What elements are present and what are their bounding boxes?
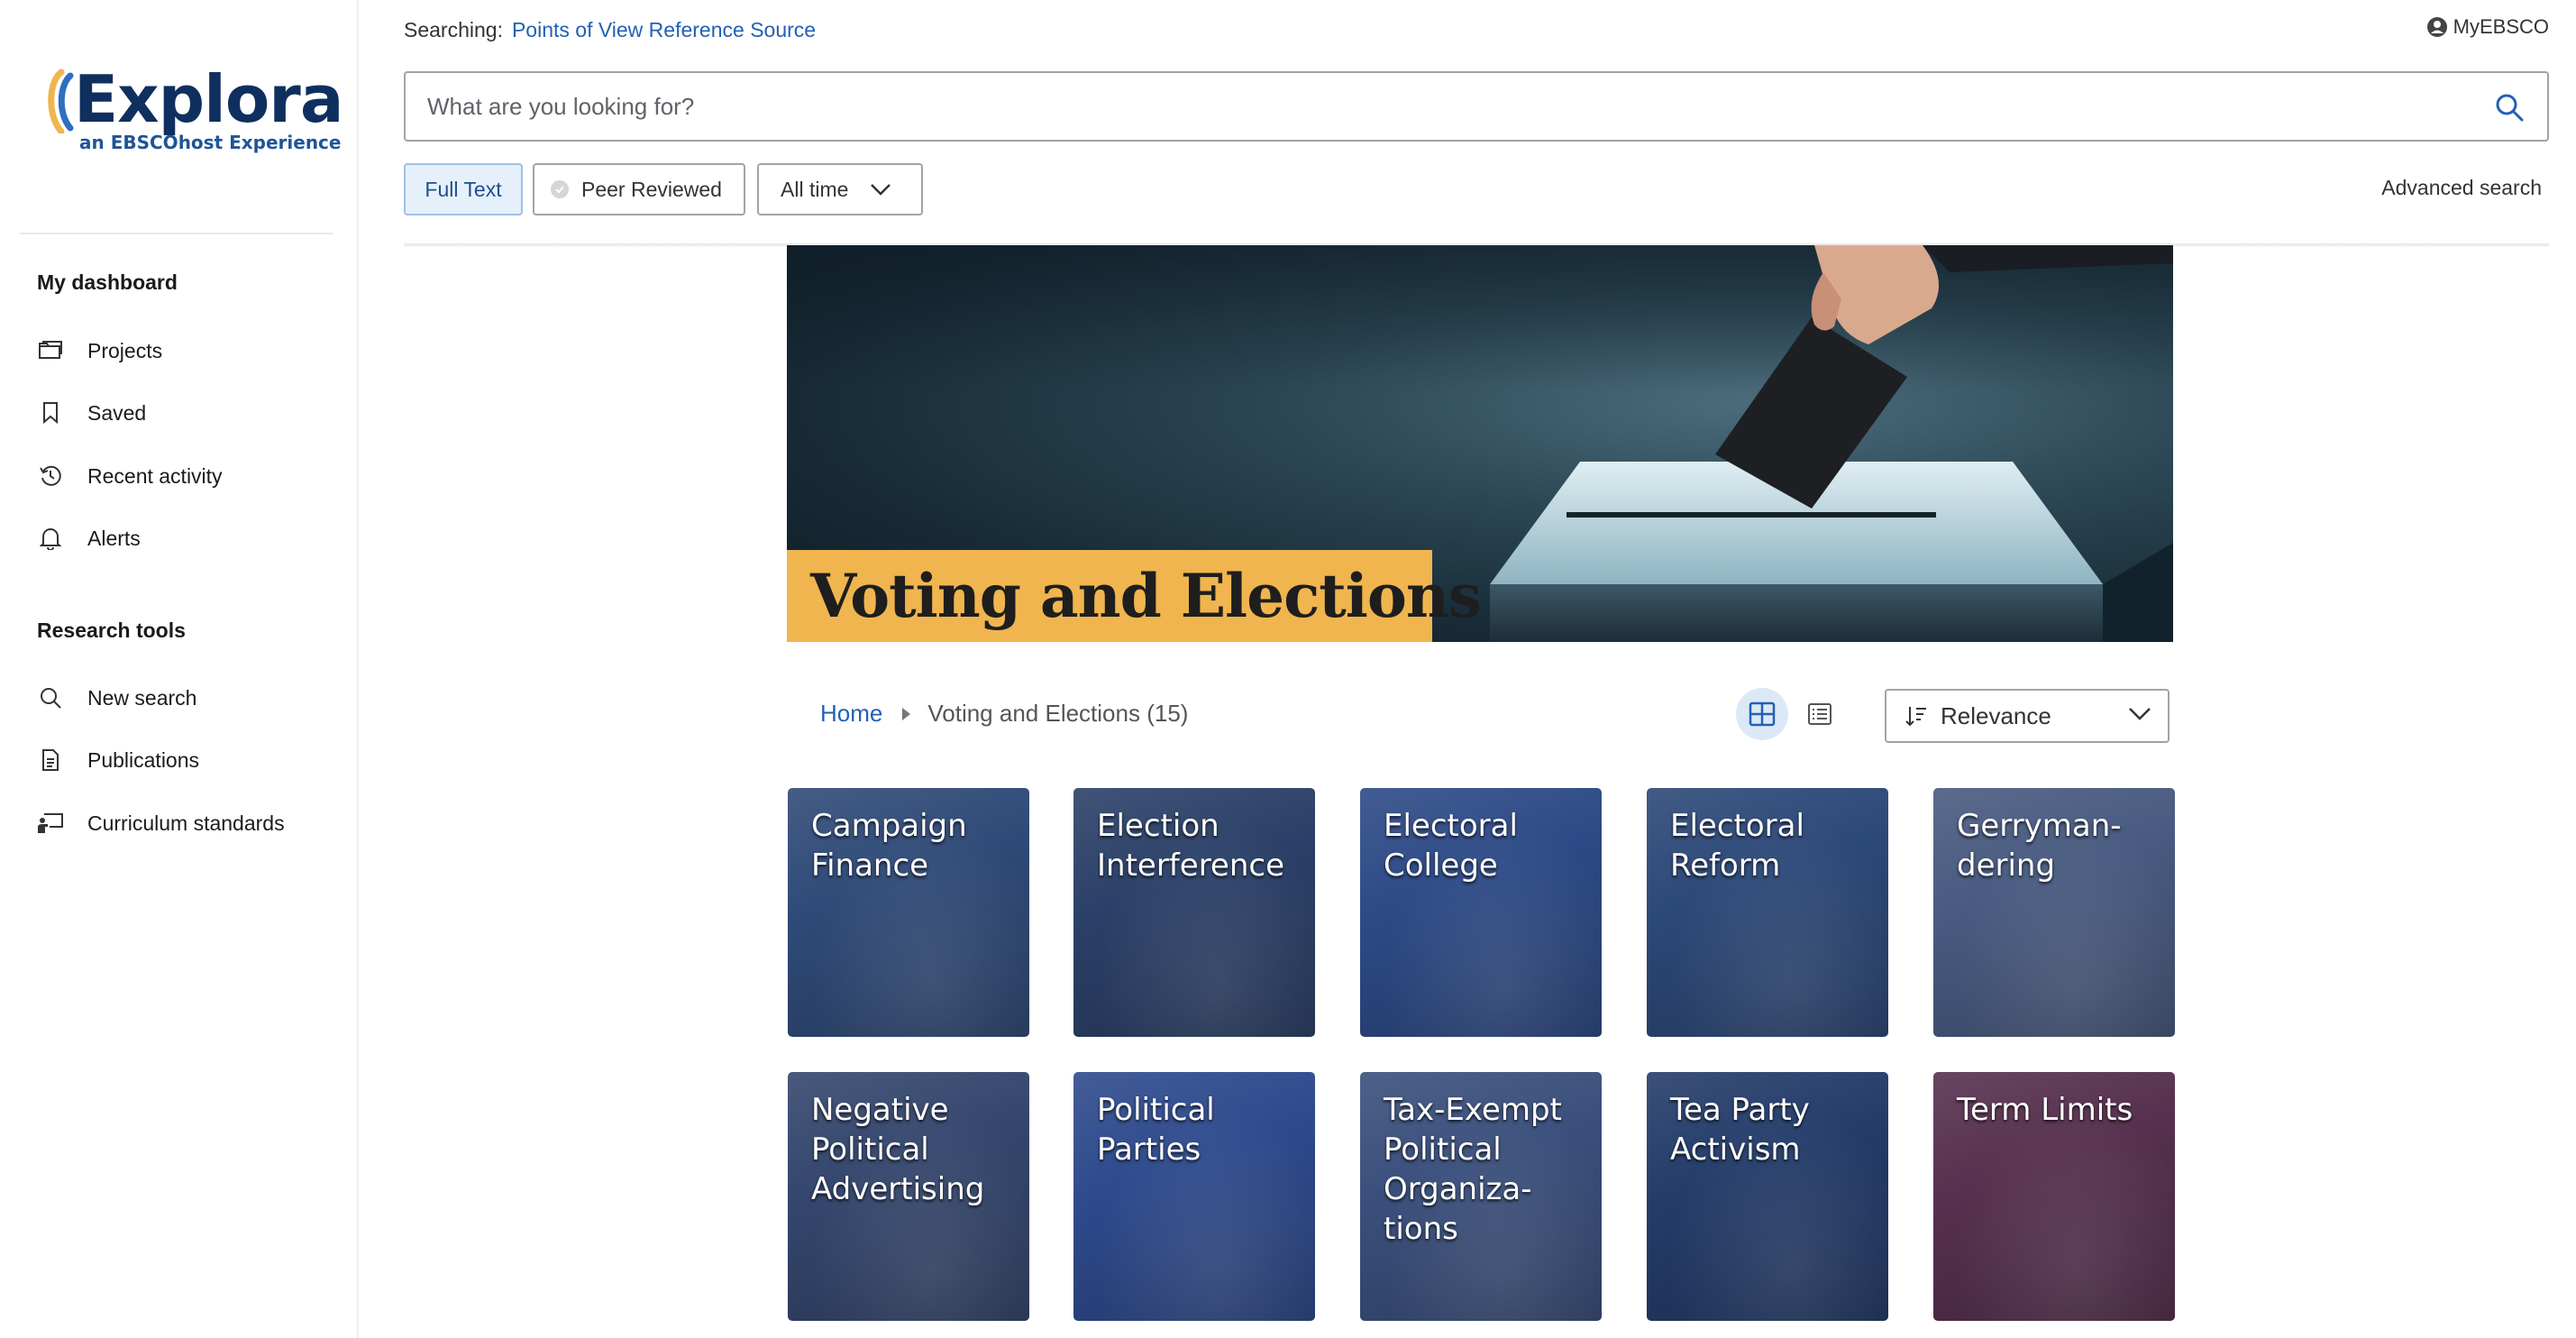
topic-tile-label: Political Parties	[1097, 1092, 1215, 1168]
bell-icon	[37, 526, 64, 551]
topic-tile-label: Tea Party Activism	[1670, 1092, 1810, 1168]
search-submit-button[interactable]	[2491, 89, 2527, 125]
peer-reviewed-label: Peer Reviewed	[581, 177, 722, 201]
chevron-down-icon	[2128, 707, 2151, 721]
breadcrumb-home-link[interactable]: Home	[820, 700, 882, 728]
explora-logo[interactable]: Explora an EBSCOhost Experience	[41, 63, 343, 162]
sidebar-item-alerts[interactable]: Alerts	[37, 520, 334, 556]
search-icon	[37, 685, 64, 710]
topic-tile[interactable]: Tax-Exempt Political Organiza-tions	[1360, 1072, 1602, 1321]
list-icon	[1808, 703, 1832, 725]
sidebar-item-label: Recent activity	[87, 463, 223, 488]
sidebar-item-projects[interactable]: Projects	[37, 333, 334, 369]
folder-icon	[37, 338, 64, 363]
sidebar-item-label: Publications	[87, 747, 200, 772]
sidebar: Explora an EBSCOhost Experience My dashb…	[0, 0, 359, 1338]
topic-hero-banner: Voting and Elections	[787, 245, 2173, 642]
sort-icon	[1905, 704, 1928, 728]
hero-title-box: Voting and Elections	[787, 550, 1482, 642]
peer-reviewed-filter[interactable]: Peer Reviewed	[533, 163, 745, 215]
sidebar-item-saved[interactable]: Saved	[37, 395, 334, 431]
topic-tile-label: Electoral College	[1384, 808, 1518, 884]
search-icon	[2496, 94, 2524, 122]
search-input[interactable]	[427, 73, 2410, 140]
logo-mark-icon	[48, 69, 74, 133]
topic-tile[interactable]: Gerryman-dering	[1933, 788, 2175, 1037]
presentation-icon	[37, 811, 64, 836]
research-tools-heading: Research tools	[37, 619, 186, 642]
sidebar-item-label: Projects	[87, 338, 163, 362]
topic-tile[interactable]: Negative Political Advertising	[788, 1072, 1029, 1321]
advanced-search-link[interactable]: Advanced search	[2381, 176, 2542, 200]
topic-tile[interactable]: Electoral Reform	[1647, 788, 1888, 1037]
myebsco-label: MyEBSCO	[2453, 15, 2549, 38]
document-icon	[37, 747, 64, 773]
topic-tile[interactable]: Election Interference	[1073, 788, 1315, 1037]
myebsco-account-link[interactable]: MyEBSCO	[2426, 15, 2549, 39]
topic-tile[interactable]: Electoral College	[1360, 788, 1602, 1037]
logo-tagline: an EBSCOhost Experience	[79, 132, 342, 153]
topic-tile-label: Negative Political Advertising	[811, 1092, 985, 1207]
date-range-dropdown[interactable]: All time	[757, 163, 923, 215]
topic-tile-label: Tax-Exempt Political Organiza-tions	[1384, 1092, 1562, 1247]
searching-indicator: Searching: Points of View Reference Sourc…	[404, 18, 816, 42]
topic-tile-label: Gerryman-dering	[1957, 808, 2122, 884]
breadcrumb: Home Voting and Elections (15)	[820, 700, 1188, 728]
user-circle-icon	[2426, 16, 2448, 38]
topic-tile[interactable]: Term Limits	[1933, 1072, 2175, 1321]
sidebar-item-label: Saved	[87, 400, 147, 425]
chevron-down-icon	[870, 183, 891, 196]
sort-dropdown[interactable]: Relevance	[1885, 689, 2170, 743]
sidebar-item-recent-activity[interactable]: Recent activity	[37, 458, 334, 494]
topic-tile[interactable]: Campaign Finance	[788, 788, 1029, 1037]
sidebar-item-new-search[interactable]: New search	[37, 680, 334, 716]
searching-label: Searching:	[404, 18, 503, 41]
sidebar-item-publications[interactable]: Publications	[37, 742, 334, 778]
bookmark-icon	[37, 400, 64, 426]
sidebar-item-label: Alerts	[87, 526, 141, 550]
grid-view-toggle[interactable]	[1736, 688, 1788, 740]
topic-tile[interactable]: Tea Party Activism	[1647, 1072, 1888, 1321]
logo-wordmark: Explora	[74, 61, 343, 137]
caret-right-icon	[900, 707, 911, 721]
search-bar	[404, 71, 2549, 142]
sidebar-item-label: Curriculum standards	[87, 811, 285, 835]
searching-source-link[interactable]: Points of View Reference Source	[512, 18, 816, 41]
sidebar-item-curriculum-standards[interactable]: Curriculum standards	[37, 805, 334, 841]
sort-value: Relevance	[1941, 701, 2051, 729]
topic-tile-label: Term Limits	[1957, 1092, 2133, 1128]
date-range-value: All time	[781, 177, 849, 201]
grid-icon	[1749, 701, 1776, 727]
topic-tile-label: Electoral Reform	[1670, 808, 1804, 884]
breadcrumb-current: Voting and Elections (15)	[927, 700, 1189, 727]
sidebar-item-label: New search	[87, 685, 197, 710]
list-view-toggle[interactable]	[1803, 697, 1837, 731]
sidebar-divider	[20, 233, 333, 234]
topic-tile-label: Campaign Finance	[811, 808, 967, 884]
topic-tile[interactable]: Political Parties	[1073, 1072, 1315, 1321]
history-icon	[37, 463, 64, 489]
page-title: Voting and Elections	[810, 561, 1482, 631]
topic-tile-label: Election Interference	[1097, 808, 1285, 884]
full-text-filter[interactable]: Full Text	[404, 163, 523, 215]
dashboard-heading: My dashboard	[37, 270, 178, 294]
check-circle-icon	[551, 180, 569, 198]
